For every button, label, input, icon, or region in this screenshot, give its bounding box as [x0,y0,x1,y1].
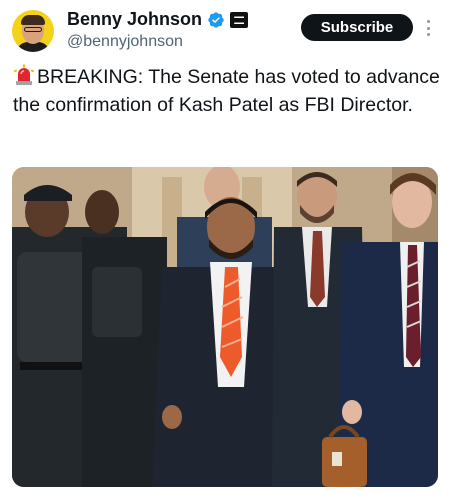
more-dot [426,26,430,30]
affiliate-badge-icon: ▬▬ ▬▬ [230,11,249,28]
tweet-photo[interactable] [12,167,438,487]
tweet-body: BREAKING: The Senate has voted to advanc… [13,66,440,116]
photo-scene [12,167,438,487]
verified-badge-icon [208,11,224,28]
tweet-header: Benny Johnson ▬▬ ▬▬ @bennyjohnson Subscri… [0,0,450,62]
subscribe-button[interactable]: Subscribe [301,14,413,41]
more-dot [426,20,430,23]
author-name-row: Benny Johnson ▬▬ ▬▬ [67,9,249,30]
avatar-glasses [24,27,42,32]
author-display-name[interactable]: Benny Johnson [67,9,202,30]
more-dot [426,33,430,36]
more-vertical-icon[interactable] [422,18,434,38]
author-handle[interactable]: @bennyjohnson [67,33,183,51]
avatar-hair [21,15,45,25]
avatar[interactable] [12,10,54,52]
siren-emoji-icon [13,64,35,85]
tweet-text: BREAKING: The Senate has voted to advanc… [13,63,443,119]
